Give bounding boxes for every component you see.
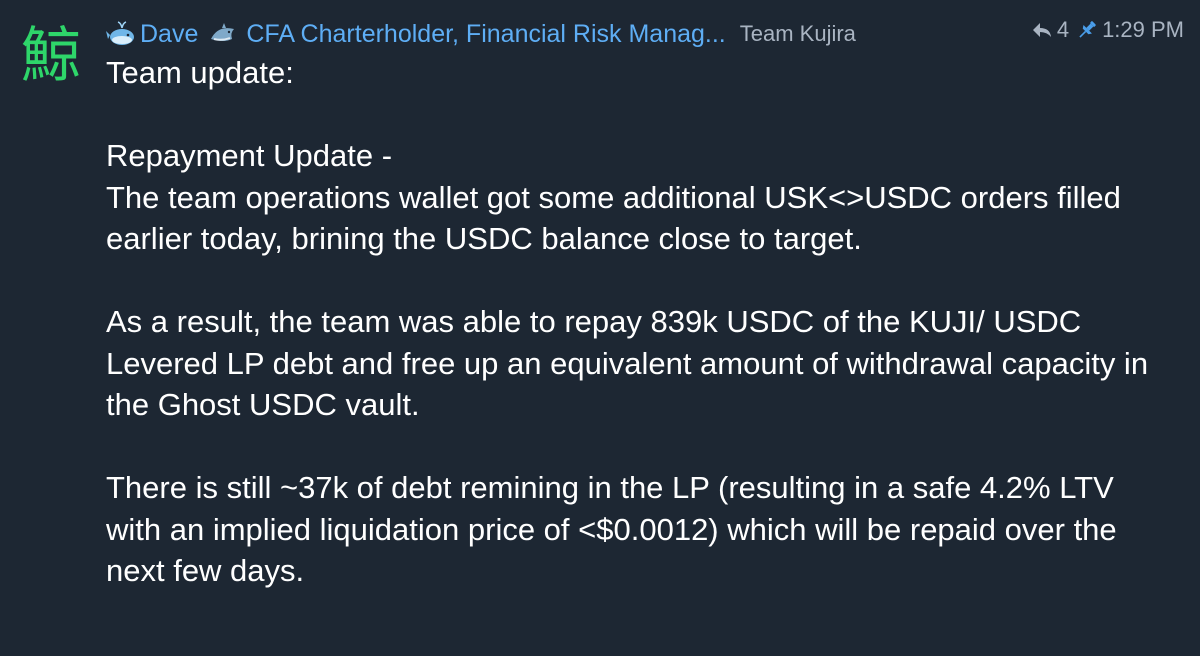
- avatar-kanji-icon: 鯨: [21, 21, 81, 91]
- message-meta: 4 1:29 PM: [1030, 17, 1184, 43]
- avatar[interactable]: 鯨: [14, 18, 88, 92]
- avatar-glyph: 鯨: [21, 21, 81, 91]
- author-title: CFA Charterholder, Financial Risk Manag.…: [246, 19, 726, 48]
- message-header: Dave CFA Charterholder, Financial Risk M…: [106, 14, 1186, 54]
- body-paragraph: Repayment Update -: [106, 138, 393, 173]
- body-paragraph: As a result, the team was able to repay …: [106, 304, 1149, 422]
- body-paragraph: Team update:: [106, 55, 294, 90]
- pin-icon: [1075, 18, 1099, 42]
- body-paragraph: The team operations wallet got some addi…: [106, 179, 1121, 257]
- reply-count[interactable]: 4: [1057, 17, 1069, 43]
- dolphin-icon: [208, 19, 238, 49]
- timestamp: 1:29 PM: [1102, 17, 1184, 42]
- team-tag: Team Kujira: [739, 21, 856, 46]
- reply-arrow-icon[interactable]: [1030, 18, 1054, 42]
- body-paragraph: There is still ~37k of debt remining in …: [106, 470, 1117, 588]
- message-body: Team update: Repayment Update - The team…: [106, 52, 1166, 592]
- whale-icon: [106, 19, 136, 49]
- author-name[interactable]: Dave: [140, 20, 198, 49]
- chat-message: 鯨 Dave CFA Charterholder, Financial Risk…: [0, 0, 1200, 656]
